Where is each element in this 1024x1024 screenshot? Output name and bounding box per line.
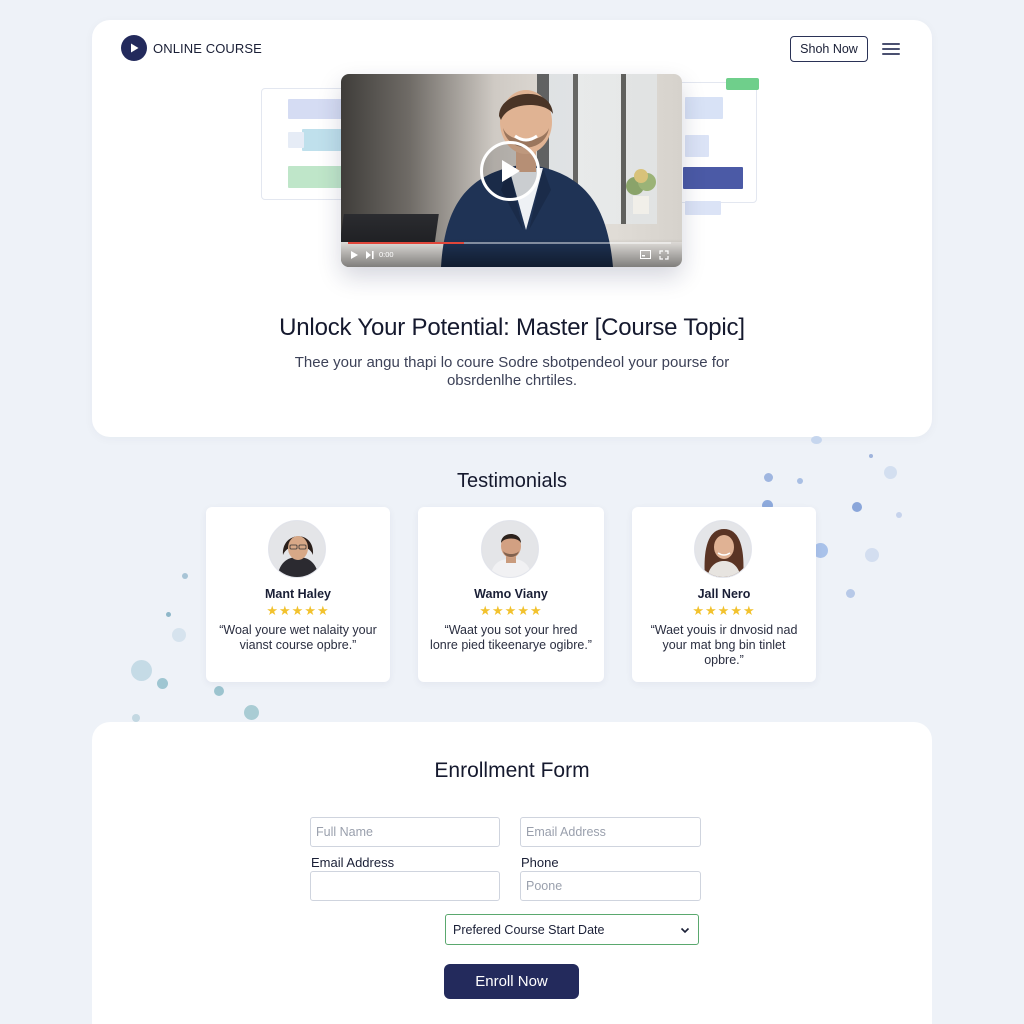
star-rating: ★★★★★ [692, 603, 756, 618]
brand-name: ONLINE COURSE [153, 40, 262, 56]
star-rating: ★★★★★ [266, 603, 330, 618]
email-address-field-top[interactable] [520, 817, 701, 847]
avatar [694, 520, 752, 578]
testimonial-name: Wamo Viany [474, 587, 548, 601]
phone-label: Phone [521, 855, 559, 870]
testimonial-quote: “Waat you sot your hred lonre pied tikee… [430, 623, 592, 652]
decorative-panel-right [676, 82, 757, 215]
form-title: Enrollment Form [434, 759, 590, 782]
hero-title: Unlock Your Potential: Master [Course To… [279, 314, 745, 341]
captions-icon[interactable] [640, 250, 651, 262]
avatar [481, 520, 539, 578]
course-start-date-select[interactable]: Prefered Course Start Date [445, 914, 699, 945]
star-rating: ★★★★★ [479, 603, 543, 618]
enroll-now-button[interactable]: Enroll Now [444, 964, 579, 999]
hamburger-menu-icon[interactable] [882, 40, 900, 56]
play-circle-icon [121, 35, 147, 61]
brand[interactable]: ONLINE COURSE [121, 35, 262, 61]
enrollment-form-card: Enrollment Form Email Address Phone Pref… [92, 722, 932, 1024]
decorative-panel-left [261, 88, 349, 200]
email-address-label: Email Address [311, 855, 395, 870]
fullscreen-icon[interactable] [659, 250, 669, 263]
video-progress-fill [348, 242, 465, 244]
full-name-field[interactable] [310, 817, 500, 847]
testimonial-quote: “Woal youre wet nalaity your vianst cour… [219, 623, 377, 652]
email-field[interactable] [310, 871, 500, 901]
testimonial-card: Wamo Viany ★★★★★ “Waat you sot your hred… [418, 507, 604, 682]
hero-card: ONLINE COURSE Shoh Now 0:00 Unlock Your … [92, 20, 932, 437]
testimonial-quote: “Waet youis ir dnvosid nad your mat bng … [650, 623, 798, 667]
testimonial-name: Mant Haley [265, 587, 331, 601]
green-tag [726, 78, 759, 90]
plant-graphic [621, 164, 661, 214]
testimonials-title: Testimonials [456, 470, 568, 492]
chevron-down-icon [680, 924, 690, 934]
play-small-icon[interactable] [350, 250, 359, 263]
video-time: 0:00 [379, 250, 394, 259]
hero-subtitle: Thee your angu thapi lo coure Sodre sbot… [294, 354, 730, 389]
video-player[interactable]: 0:00 [341, 74, 682, 267]
avatar [268, 520, 326, 578]
shop-now-button[interactable]: Shoh Now [790, 36, 868, 62]
video-controls: 0:00 [341, 239, 682, 267]
testimonial-card: Mant Haley ★★★★★ “Woal youre wet nalaity… [206, 507, 390, 682]
select-value: Prefered Course Start Date [453, 922, 605, 937]
testimonial-card: Jall Nero ★★★★★ “Waet youis ir dnvosid n… [632, 507, 816, 682]
testimonial-name: Jall Nero [697, 587, 751, 601]
video-progress-bar[interactable] [348, 242, 671, 244]
phone-field[interactable] [520, 871, 701, 901]
skip-next-icon[interactable] [365, 250, 375, 263]
play-icon[interactable] [480, 141, 540, 201]
